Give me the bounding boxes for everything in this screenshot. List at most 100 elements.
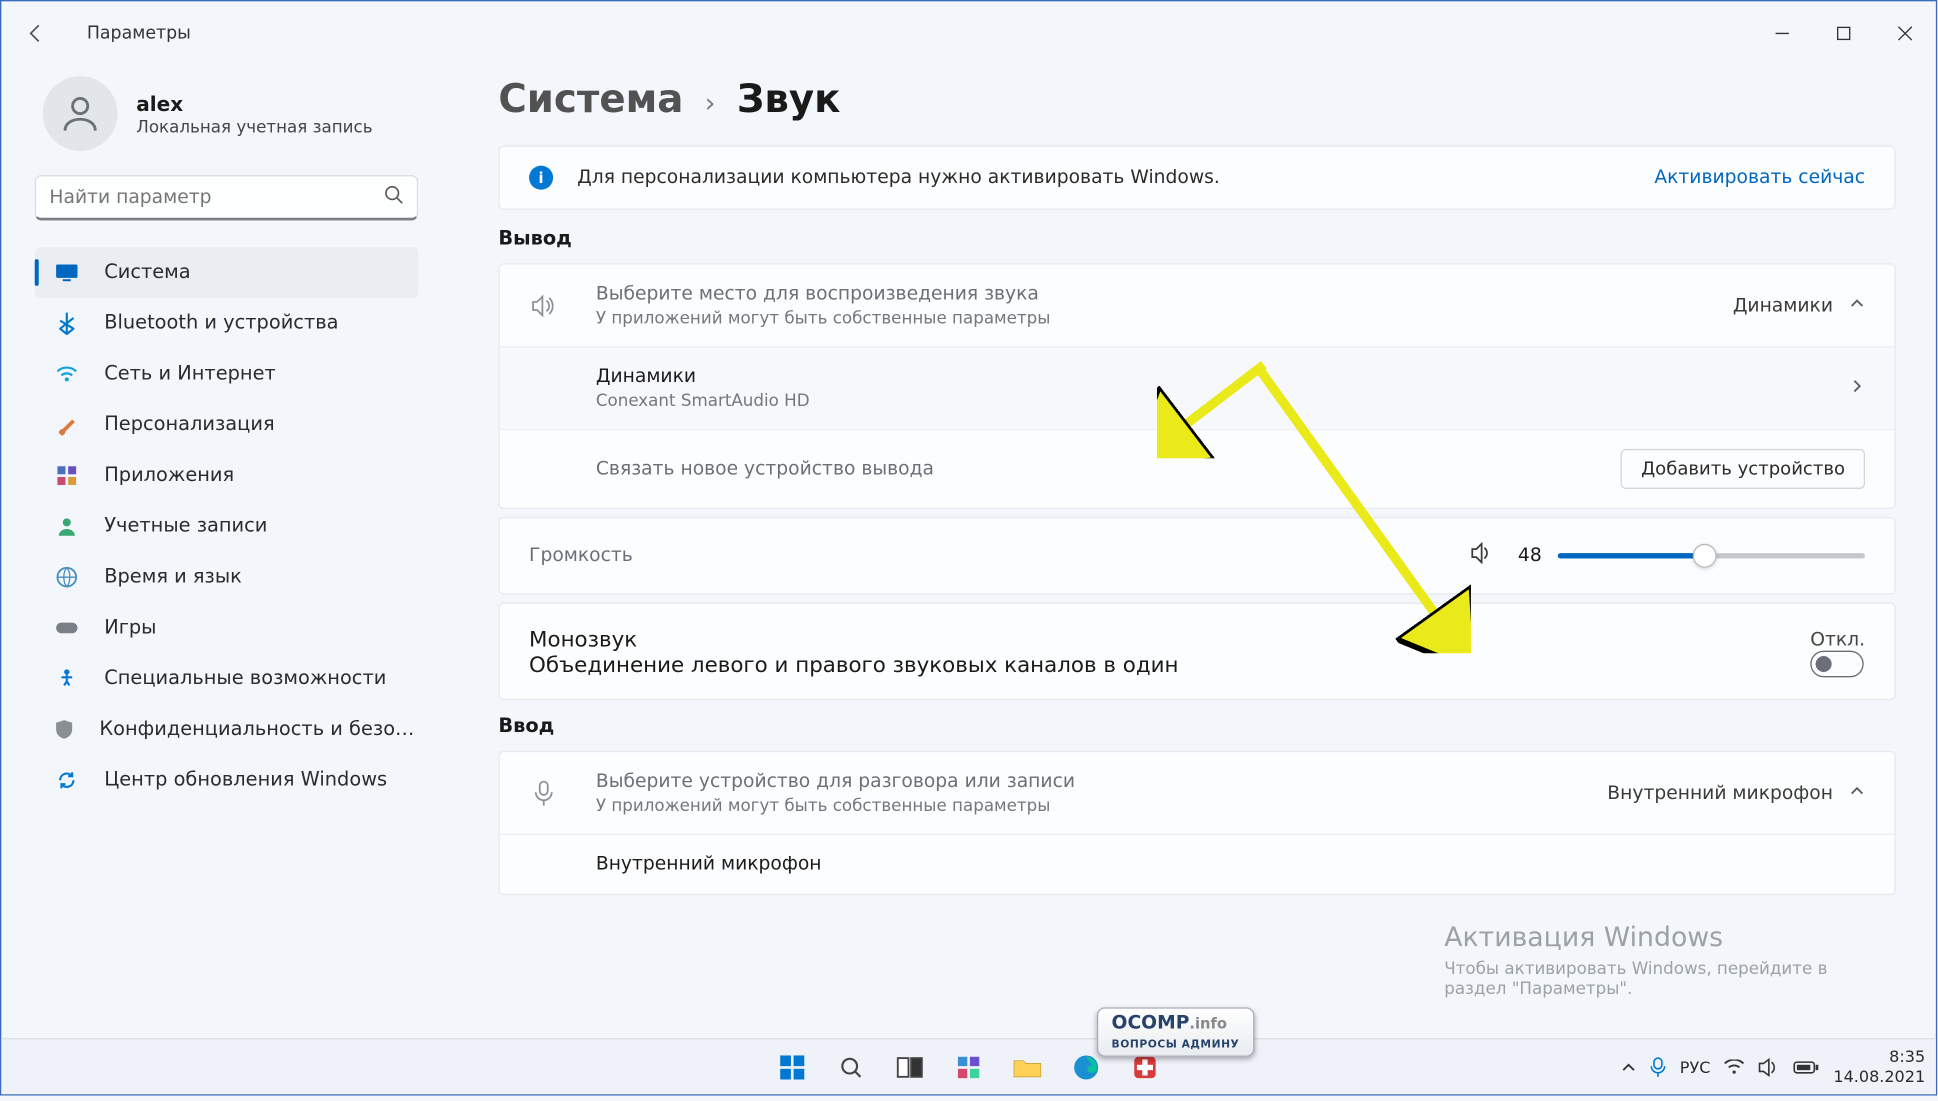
nav-label: Центр обновления Windows xyxy=(104,770,387,791)
info-icon: i xyxy=(529,166,553,190)
nav-label: Учетные записи xyxy=(104,516,267,537)
nav-label: Время и язык xyxy=(104,566,242,587)
input-device-internal-mic[interactable]: Внутренний микрофон xyxy=(500,834,1895,894)
globe-icon xyxy=(53,564,80,591)
taskbar: РУС 8:35 14.08.2021 xyxy=(1,1038,1936,1094)
nav-item-time-language[interactable]: Время и язык xyxy=(35,552,418,603)
volume-slider[interactable] xyxy=(1558,553,1865,558)
mono-toggle[interactable] xyxy=(1810,651,1863,678)
tray-time: 8:35 xyxy=(1833,1048,1925,1067)
maximize-button[interactable] xyxy=(1813,12,1874,55)
accessibility-icon xyxy=(53,665,80,692)
wifi-icon xyxy=(53,361,80,388)
nav-label: Система xyxy=(104,262,190,283)
search-icon xyxy=(383,184,403,209)
volume-card: Громкость 48 xyxy=(498,517,1895,594)
person-icon xyxy=(53,513,80,540)
apps-icon xyxy=(53,462,80,489)
nav-item-privacy[interactable]: Конфиденциальность и безопасность xyxy=(35,704,418,755)
nav-item-apps[interactable]: Приложения xyxy=(35,450,418,501)
user-block[interactable]: alex Локальная учетная запись xyxy=(35,65,442,175)
input-device-selector[interactable]: Выберите устройство для разговора или за… xyxy=(500,752,1895,833)
tray-battery-icon[interactable] xyxy=(1793,1059,1820,1075)
microphone-icon xyxy=(529,780,558,807)
arrow-left-icon xyxy=(25,23,46,44)
pair-output-title: Связать новое устройство вывода xyxy=(596,458,1621,479)
nav-label: Bluetooth и устройства xyxy=(104,313,338,334)
explorer-button[interactable] xyxy=(1002,1043,1053,1091)
main-content: Система › Звук i Для персонализации комп… xyxy=(442,65,1936,1038)
task-view-button[interactable] xyxy=(884,1043,935,1091)
output-select-sub: У приложений могут быть собственные пара… xyxy=(596,307,1733,327)
tray-volume-icon[interactable] xyxy=(1759,1057,1780,1076)
tray-clock[interactable]: 8:35 14.08.2021 xyxy=(1833,1048,1925,1086)
user-name: alex xyxy=(136,92,372,116)
update-icon xyxy=(53,767,80,794)
sidebar: alex Локальная учетная запись Система Bl… xyxy=(1,65,442,1038)
back-button[interactable] xyxy=(15,12,58,55)
nav-item-network[interactable]: Сеть и Интернет xyxy=(35,349,418,400)
output-card: Выберите место для воспроизведения звука… xyxy=(498,263,1895,509)
add-device-button[interactable]: Добавить устройство xyxy=(1621,449,1865,489)
mono-sub: Объединение левого и правого звуковых ка… xyxy=(529,651,1810,676)
taskbar-search[interactable] xyxy=(826,1043,877,1091)
input-card: Выберите устройство для разговора или за… xyxy=(498,751,1895,895)
minimize-button[interactable] xyxy=(1751,12,1812,55)
breadcrumb-parent[interactable]: Система xyxy=(498,76,683,121)
chevron-up-icon xyxy=(1849,295,1865,316)
avatar xyxy=(43,76,118,151)
pair-output-row: Связать новое устройство вывода Добавить… xyxy=(500,429,1895,508)
nav-label: Сеть и Интернет xyxy=(104,363,276,384)
nav-item-gaming[interactable]: Игры xyxy=(35,603,418,654)
speaker-icon xyxy=(529,293,558,317)
nav-label: Персонализация xyxy=(104,414,274,435)
widgets-button[interactable] xyxy=(943,1043,994,1091)
input-select-sub: У приложений могут быть собственные пара… xyxy=(596,795,1607,815)
breadcrumb-current: Звук xyxy=(737,76,841,121)
tray-date: 14.08.2021 xyxy=(1833,1067,1925,1086)
output-device-selector[interactable]: Выберите место для воспроизведения звука… xyxy=(500,265,1895,346)
watermark-title: Активация Windows xyxy=(1444,921,1885,953)
tray-wifi-icon[interactable] xyxy=(1724,1059,1745,1075)
nav-item-personalization[interactable]: Персонализация xyxy=(35,399,418,450)
tray-mic-icon[interactable] xyxy=(1650,1056,1666,1077)
output-device-name: Динамики xyxy=(596,366,1849,387)
nav-item-accessibility[interactable]: Специальные возможности xyxy=(35,653,418,704)
close-button[interactable] xyxy=(1874,12,1935,55)
output-selected-value: Динамики xyxy=(1733,295,1833,316)
nav-label: Конфиденциальность и безопасность xyxy=(99,719,418,740)
search-input[interactable] xyxy=(49,186,383,207)
nav-item-system[interactable]: Система xyxy=(35,247,418,298)
volume-value: 48 xyxy=(1510,545,1542,566)
volume-icon[interactable] xyxy=(1470,542,1494,569)
nav-item-bluetooth[interactable]: Bluetooth и устройства xyxy=(35,298,418,349)
nav-item-update[interactable]: Центр обновления Windows xyxy=(35,755,418,806)
mono-title: Монозвук xyxy=(529,626,1810,651)
tray-chevron-icon[interactable] xyxy=(1621,1059,1637,1075)
mono-state-label: Откл. xyxy=(1810,629,1865,650)
mono-card: Монозвук Объединение левого и правого зв… xyxy=(498,603,1895,701)
output-device-speakers[interactable]: Динамики Conexant SmartAudio HD xyxy=(500,346,1895,429)
activation-watermark: Активация Windows Чтобы активировать Win… xyxy=(1444,921,1885,998)
start-button[interactable] xyxy=(767,1043,818,1091)
nav-label: Приложения xyxy=(104,465,234,486)
watermark-sub: Чтобы активировать Windows, перейдите в … xyxy=(1444,958,1885,998)
input-section-header: Ввод xyxy=(498,716,1895,737)
chevron-right-icon: › xyxy=(705,87,716,119)
nav-item-accounts[interactable]: Учетные записи xyxy=(35,501,418,552)
system-tray: РУС 8:35 14.08.2021 xyxy=(1621,1048,1925,1086)
output-select-title: Выберите место для воспроизведения звука xyxy=(596,283,1733,304)
chevron-right-icon xyxy=(1849,377,1865,398)
chevron-up-icon xyxy=(1849,782,1865,803)
window-title: Параметры xyxy=(87,23,191,43)
breadcrumb: Система › Звук xyxy=(498,76,1895,121)
search-box[interactable] xyxy=(35,175,418,220)
mono-row: Монозвук Объединение левого и правого зв… xyxy=(500,604,1895,699)
gamepad-icon xyxy=(53,615,80,642)
tray-language[interactable]: РУС xyxy=(1680,1057,1711,1076)
activate-now-link[interactable]: Активировать сейчас xyxy=(1654,167,1865,188)
volume-row: Громкость 48 xyxy=(500,518,1895,593)
brush-icon xyxy=(53,411,80,438)
input-device-name: Внутренний микрофон xyxy=(596,854,1865,875)
user-subtitle: Локальная учетная запись xyxy=(136,116,372,136)
